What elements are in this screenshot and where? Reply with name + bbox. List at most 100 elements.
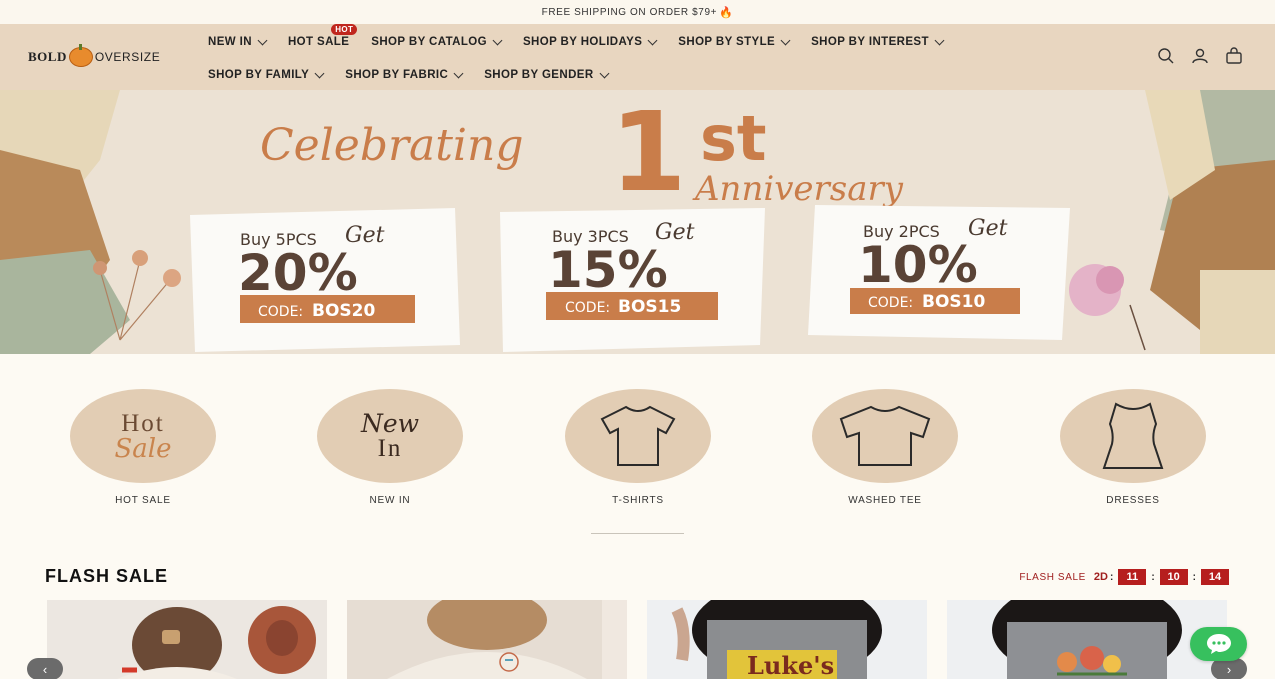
chevron-down-icon xyxy=(647,35,658,45)
category-hot-sale[interactable]: Hot Sale HOT SALE xyxy=(63,389,223,506)
nav-new-in[interactable]: NEW IN xyxy=(208,35,268,48)
category-label: HOT SALE xyxy=(115,495,171,506)
chevron-down-icon xyxy=(453,68,464,78)
hot-badge: HOT xyxy=(331,24,358,35)
nav-shop-by-interest[interactable]: SHOP BY INTEREST xyxy=(811,35,945,48)
chevron-down-icon xyxy=(314,68,325,78)
chevron-down-icon xyxy=(599,68,609,78)
offer-code: BOS10 xyxy=(922,292,985,312)
nav-label: SHOP BY STYLE xyxy=(678,36,776,48)
category-label: DRESSES xyxy=(1106,495,1160,506)
tshirt-icon xyxy=(600,405,676,466)
announcement-bar: FREE SHIPPING ON ORDER $79+ 🔥 xyxy=(0,0,1275,24)
carousel-next-button[interactable]: › xyxy=(1211,658,1247,679)
category-image xyxy=(565,389,711,483)
dress-icon xyxy=(1102,402,1164,469)
nav-label: SHOP BY CATALOG xyxy=(371,36,487,48)
nav-shop-by-fabric[interactable]: SHOP BY FABRIC xyxy=(345,68,464,81)
chevron-down-icon xyxy=(934,35,945,45)
tee-graphic-text: Luke's xyxy=(747,651,834,679)
nav-label: SHOP BY INTEREST xyxy=(811,36,929,48)
offer-code-label: CODE: xyxy=(565,300,610,316)
category-t-shirts[interactable]: T-SHIRTS xyxy=(558,389,718,506)
countdown-seconds: 14 xyxy=(1201,569,1229,585)
art-text-top: New xyxy=(360,409,420,438)
offer-code: BOS15 xyxy=(618,297,681,317)
search-icon[interactable] xyxy=(1157,47,1175,65)
product-card[interactable] xyxy=(347,600,627,679)
logo-bold: BOLD xyxy=(28,49,67,64)
offer-card-1: Buy 5PCS Get 20% CODE: BOS20 xyxy=(190,208,460,352)
logo[interactable]: BOLD OVERSIZE xyxy=(28,44,160,70)
countdown-sep: : xyxy=(1192,571,1196,583)
chevron-right-icon: › xyxy=(1226,661,1232,677)
category-dresses[interactable]: DRESSES xyxy=(1053,389,1213,506)
offer-card-3: Buy 2PCS Get 10% CODE: BOS10 xyxy=(808,205,1070,340)
category-washed-tee[interactable]: WASHED TEE xyxy=(805,389,965,506)
art-text-top: Hot xyxy=(121,409,165,437)
section-divider xyxy=(591,533,684,534)
nav-hot-sale[interactable]: HOT SALE HOT xyxy=(287,24,358,48)
product-card[interactable]: Luke's xyxy=(647,600,927,679)
logo-thin: OVERSIZE xyxy=(94,50,161,64)
category-label: T-SHIRTS xyxy=(612,495,664,506)
offer-discount: 10% xyxy=(858,236,978,294)
hero-banner[interactable]: Celebrating 1 st Anniversary Buy 5PCS Ge… xyxy=(0,90,1275,354)
offer-card-2: Buy 3PCS Get 15% CODE: BOS15 xyxy=(500,208,765,352)
art-text-bottom: In xyxy=(377,435,403,462)
category-label: WASHED TEE xyxy=(848,495,922,506)
chat-button[interactable] xyxy=(1190,627,1247,661)
tshirt-icon xyxy=(839,405,931,466)
nav-shop-by-gender[interactable]: SHOP BY GENDER xyxy=(484,68,609,81)
category-image: New In xyxy=(317,389,463,483)
nav-row-2: SHOP BY FAMILY SHOP BY FABRIC SHOP BY GE… xyxy=(208,66,630,84)
offer-discount: 20% xyxy=(238,244,358,302)
product-card[interactable] xyxy=(947,600,1227,679)
countdown-sep: : xyxy=(1151,571,1155,583)
category-label: NEW IN xyxy=(369,495,411,506)
nav-row-1: NEW IN HOT SALE HOT SHOP BY CATALOG SHOP … xyxy=(208,24,965,51)
chevron-down-icon xyxy=(492,35,503,45)
category-image xyxy=(1060,389,1206,483)
nav-label: HOT SALE xyxy=(287,36,350,48)
nav-label: NEW IN xyxy=(208,36,252,48)
nav-label: SHOP BY FABRIC xyxy=(345,69,449,81)
header-icons xyxy=(1157,47,1243,65)
countdown-days: 2D xyxy=(1093,571,1108,583)
category-image xyxy=(812,389,958,483)
hero-sup-st: st xyxy=(700,102,767,175)
nav-label: SHOP BY HOLIDAYS xyxy=(522,36,643,48)
hero-script-anniversary: Anniversary xyxy=(692,169,904,209)
hero-big-1: 1 xyxy=(610,90,687,216)
product-card[interactable] xyxy=(47,600,327,679)
nav-shop-by-holidays[interactable]: SHOP BY HOLIDAYS xyxy=(522,35,658,48)
product-image xyxy=(47,600,327,679)
hero-artwork: Celebrating 1 st Anniversary Buy 5PCS Ge… xyxy=(0,90,1275,354)
nav-shop-by-family[interactable]: SHOP BY FAMILY xyxy=(208,68,325,81)
countdown-sep: : xyxy=(1109,571,1114,583)
nav-shop-by-catalog[interactable]: SHOP BY CATALOG xyxy=(371,35,503,48)
flash-sale-title: FLASH SALE xyxy=(45,566,169,586)
countdown-minutes: 10 xyxy=(1159,569,1188,585)
countdown-hours: 11 xyxy=(1118,569,1147,585)
announcement-text: FREE SHIPPING ON ORDER $79+ xyxy=(541,6,718,18)
chat-bubble-icon xyxy=(1206,634,1231,654)
category-new-in[interactable]: New In NEW IN xyxy=(310,389,470,506)
fire-icon: 🔥 xyxy=(719,6,734,19)
account-icon[interactable] xyxy=(1191,47,1209,65)
chevron-down-icon xyxy=(257,35,268,45)
art-text-bottom: Sale xyxy=(114,433,172,464)
cart-icon[interactable] xyxy=(1225,47,1243,65)
product-image xyxy=(347,600,627,679)
flash-sale-products: Luke's xyxy=(47,600,1227,679)
offer-code-label: CODE: xyxy=(868,295,913,311)
nav-label: SHOP BY FAMILY xyxy=(208,69,310,81)
carousel-prev-button[interactable]: ‹ xyxy=(27,658,63,679)
countdown-label: FLASH SALE xyxy=(1019,571,1086,583)
offer-code-label: CODE: xyxy=(258,304,303,320)
offer-discount: 15% xyxy=(548,241,668,299)
nav-shop-by-style[interactable]: SHOP BY STYLE xyxy=(678,35,791,48)
chevron-left-icon: ‹ xyxy=(42,661,48,677)
product-image xyxy=(947,600,1227,679)
nav-label: SHOP BY GENDER xyxy=(484,69,594,81)
